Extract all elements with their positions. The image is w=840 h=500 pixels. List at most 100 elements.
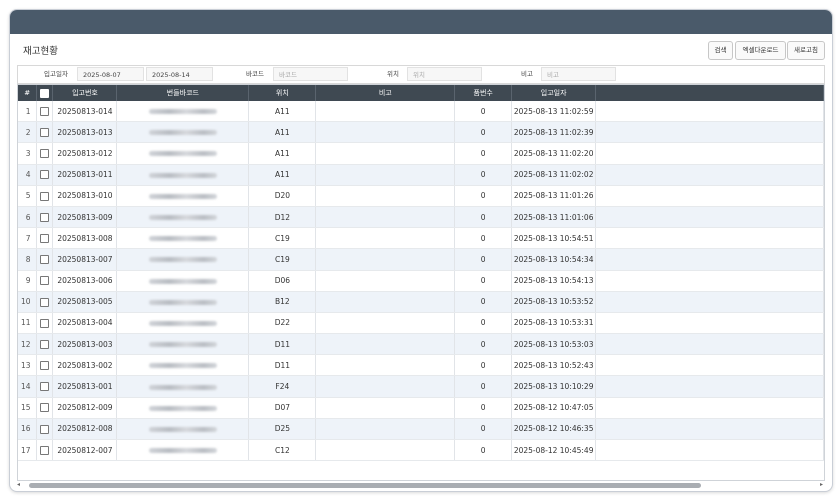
scroll-left-icon[interactable]: ◂	[17, 481, 20, 488]
row-checkbox[interactable]	[36, 101, 54, 123]
note	[315, 418, 456, 441]
table-row[interactable]: 13 20250813-002 D11 0 2025-08-13 10:52:43	[18, 354, 824, 377]
table-row[interactable]: 9 20250813-006 D06 0 2025-08-13 10:54:13	[18, 270, 824, 292]
bundle-barcode-redacted	[116, 312, 250, 335]
location-label: 위치	[387, 70, 399, 78]
row-checkbox[interactable]	[36, 121, 54, 144]
receipt-date: 2025-08-13 10:54:34	[511, 248, 597, 271]
item-count: 0	[454, 291, 513, 313]
receipt-number: 20250813-005	[52, 291, 118, 313]
filler-cell	[595, 333, 824, 356]
table-row[interactable]: 5 20250813-010 D20 0 2025-08-13 11:01:26	[18, 185, 824, 207]
date-to-input[interactable]: 2025-08-14	[146, 67, 213, 81]
receipt-date: 2025-08-13 10:53:52	[511, 291, 597, 313]
bundle-barcode-redacted	[116, 439, 250, 462]
location: D11	[248, 354, 317, 377]
col-header-note[interactable]: 비고	[315, 85, 456, 101]
horizontal-scrollbar[interactable]: ◂ ▸	[17, 481, 823, 489]
bundle-barcode-redacted	[116, 164, 250, 186]
note	[315, 312, 456, 335]
scroll-right-icon[interactable]: ▸	[820, 481, 823, 488]
search-button[interactable]: 검색	[708, 41, 733, 60]
table-row[interactable]: 15 20250812-009 D07 0 2025-08-12 10:47:05	[18, 397, 824, 419]
receipt-number: 20250813-011	[52, 164, 118, 186]
item-count: 0	[454, 312, 513, 335]
note	[315, 206, 456, 229]
row-number: 6	[18, 206, 38, 229]
col-header-num: #	[18, 85, 38, 101]
filler-cell	[595, 397, 824, 419]
col-header-bundle-barcode[interactable]: 번들바코드	[116, 85, 250, 101]
note	[315, 142, 456, 165]
barcode-input[interactable]: 바코드	[273, 67, 348, 81]
row-checkbox[interactable]	[36, 185, 54, 207]
table-row[interactable]: 2 20250813-013 A11 0 2025-08-13 11:02:39	[18, 121, 824, 144]
col-header-item-count[interactable]: 품번수	[454, 85, 513, 101]
scroll-thumb[interactable]	[29, 483, 701, 488]
table-row[interactable]: 3 20250813-012 A11 0 2025-08-13 11:02:20	[18, 142, 824, 165]
filler-cell	[595, 291, 824, 313]
filler-cell	[595, 354, 824, 377]
row-checkbox[interactable]	[36, 375, 54, 398]
filler-cell	[595, 121, 824, 144]
item-count: 0	[454, 354, 513, 377]
item-count: 0	[454, 270, 513, 292]
page-title: 재고현황	[23, 46, 58, 57]
table-row[interactable]: 7 20250813-008 C19 0 2025-08-13 10:54:51	[18, 227, 824, 250]
filler-cell	[595, 164, 824, 186]
col-header-location[interactable]: 위치	[248, 85, 317, 101]
location-input[interactable]: 위치	[407, 67, 482, 81]
row-checkbox[interactable]	[36, 164, 54, 186]
row-checkbox[interactable]	[36, 397, 54, 419]
row-checkbox[interactable]	[36, 270, 54, 292]
table-row[interactable]: 8 20250813-007 C19 0 2025-08-13 10:54:34	[18, 248, 824, 271]
bundle-barcode-redacted	[116, 375, 250, 398]
row-checkbox[interactable]	[36, 248, 54, 271]
receipt-date: 2025-08-13 10:53:31	[511, 312, 597, 335]
item-count: 0	[454, 397, 513, 419]
row-checkbox[interactable]	[36, 206, 54, 229]
row-number: 2	[18, 121, 38, 144]
row-checkbox[interactable]	[36, 354, 54, 377]
row-checkbox[interactable]	[36, 142, 54, 165]
row-number: 7	[18, 227, 38, 250]
row-checkbox[interactable]	[36, 291, 54, 313]
row-checkbox[interactable]	[36, 333, 54, 356]
note	[315, 270, 456, 292]
table-row[interactable]: 1 20250813-014 A11 0 2025-08-13 11:02:59	[18, 101, 824, 123]
filler-cell	[595, 375, 824, 398]
date-label: 입고일자	[44, 70, 68, 78]
table-row[interactable]: 10 20250813-005 B12 0 2025-08-13 10:53:52	[18, 291, 824, 313]
row-checkbox[interactable]	[36, 439, 54, 462]
row-checkbox[interactable]	[36, 418, 54, 441]
row-checkbox[interactable]	[36, 227, 54, 250]
item-count: 0	[454, 206, 513, 229]
receipt-date: 2025-08-13 11:01:06	[511, 206, 597, 229]
receipt-number: 20250813-006	[52, 270, 118, 292]
note-label: 비고	[521, 70, 533, 78]
table-row[interactable]: 12 20250813-003 D11 0 2025-08-13 10:53:03	[18, 333, 824, 356]
date-from-input[interactable]: 2025-08-07	[77, 67, 144, 81]
location: D12	[248, 206, 317, 229]
note	[315, 164, 456, 186]
select-all-checkbox[interactable]	[36, 85, 54, 101]
table-row[interactable]: 11 20250813-004 D22 0 2025-08-13 10:53:31	[18, 312, 824, 335]
bundle-barcode-redacted	[116, 418, 250, 441]
excel-download-button[interactable]: 엑셀다운로드	[735, 41, 786, 60]
col-header-receipt-no[interactable]: 입고번호	[52, 85, 118, 101]
table-row[interactable]: 17 20250812-007 C12 0 2025-08-12 10:45:49	[18, 439, 824, 462]
table-row[interactable]: 4 20250813-011 A11 0 2025-08-13 11:02:02	[18, 164, 824, 186]
table-row[interactable]: 16 20250812-008 D25 0 2025-08-12 10:46:35	[18, 418, 824, 441]
item-count: 0	[454, 227, 513, 250]
note-input[interactable]: 비고	[541, 67, 616, 81]
receipt-number: 20250813-010	[52, 185, 118, 207]
refresh-button[interactable]: 새로고침	[787, 41, 825, 60]
receipt-number: 20250813-012	[52, 142, 118, 165]
table-row[interactable]: 14 20250813-001 F24 0 2025-08-13 10:10:29	[18, 375, 824, 398]
table-row[interactable]: 6 20250813-009 D12 0 2025-08-13 11:01:06	[18, 206, 824, 229]
receipt-number: 20250812-009	[52, 397, 118, 419]
col-header-receipt-date[interactable]: 입고일자	[511, 85, 597, 101]
row-number: 1	[18, 101, 38, 123]
row-checkbox[interactable]	[36, 312, 54, 335]
row-number: 12	[18, 333, 38, 356]
